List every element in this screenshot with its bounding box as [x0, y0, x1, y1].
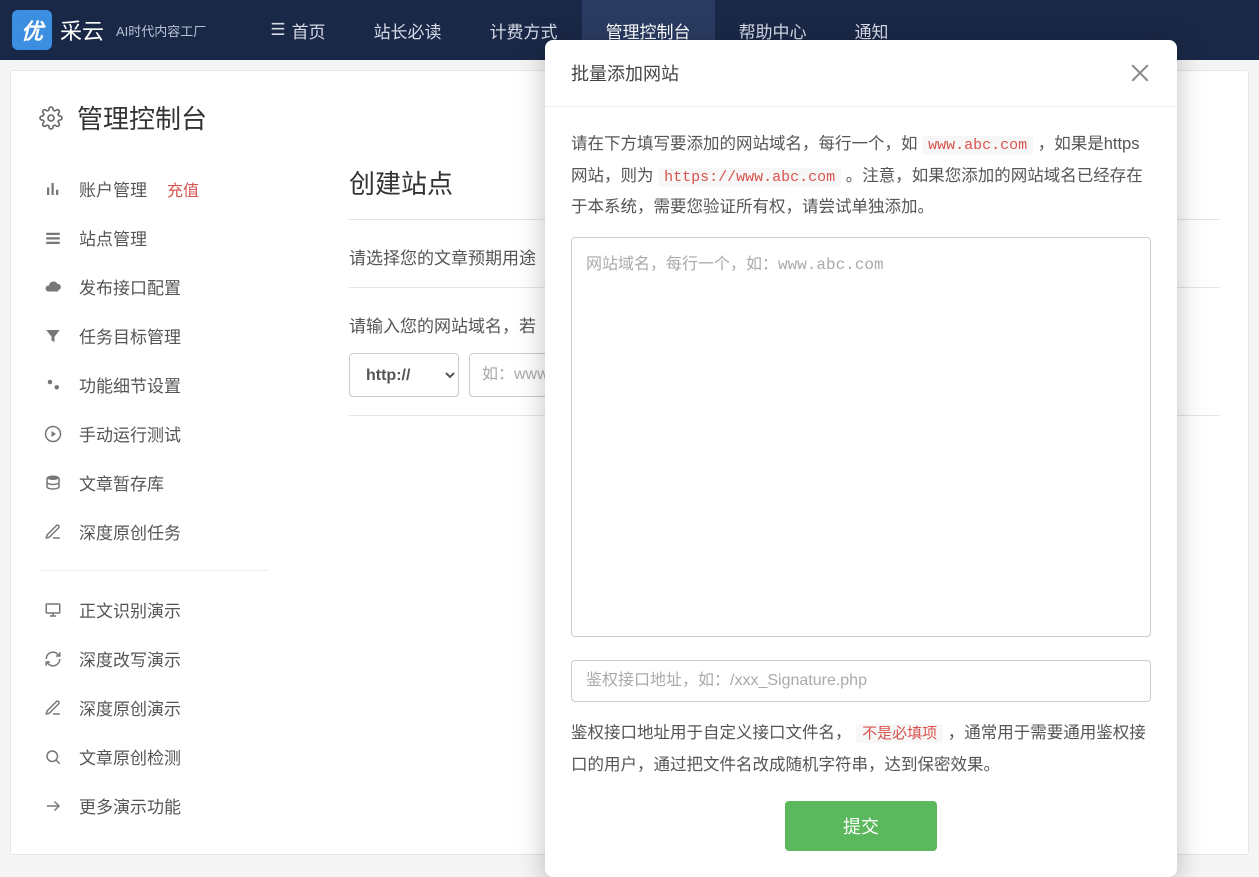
nav-home[interactable]: ☰ 首页	[246, 0, 349, 60]
sidebar-label: 文章暂存库	[79, 470, 164, 495]
domains-textarea[interactable]	[571, 237, 1151, 637]
brand-logo[interactable]: 优 采云 AI时代内容工厂	[12, 10, 206, 50]
sidebar-label: 发布接口配置	[79, 274, 181, 299]
sidebar-label: 正文识别演示	[79, 597, 181, 622]
close-icon[interactable]	[1129, 62, 1151, 84]
sidebar-label: 账户管理	[79, 176, 147, 201]
nav-label: 首页	[292, 18, 326, 43]
logo-icon: 优	[12, 10, 52, 50]
filter-icon	[43, 326, 63, 346]
sidebar-item-body-detect[interactable]: 正文识别演示	[39, 585, 269, 634]
sidebar-label: 手动运行测试	[79, 421, 181, 446]
nav-label: 计费方式	[490, 18, 558, 43]
sidebar-label: 深度原创演示	[79, 695, 181, 720]
sidebar-item-original-demo[interactable]: 深度原创演示	[39, 683, 269, 732]
sidebar-item-publish[interactable]: 发布接口配置	[39, 262, 269, 311]
sidebar-item-manual-run[interactable]: 手动运行测试	[39, 409, 269, 458]
sidebar-item-tasks[interactable]: 任务目标管理	[39, 311, 269, 360]
sidebar-item-settings[interactable]: 功能细节设置	[39, 360, 269, 409]
nav-label: 管理控制台	[606, 18, 691, 43]
sidebar-item-more-demos[interactable]: 更多演示功能	[39, 781, 269, 830]
search-icon	[43, 747, 63, 767]
nav-label: 站长必读	[374, 18, 442, 43]
code-sample: https://www.abc.com	[658, 168, 841, 187]
sidebar-item-sites[interactable]: 站点管理	[39, 213, 269, 262]
sidebar-label: 站点管理	[79, 225, 147, 250]
cogs-icon	[43, 375, 63, 395]
text: 鉴权接口地址用于自定义接口文件名，	[571, 724, 856, 742]
sidebar-item-article-store[interactable]: 文章暂存库	[39, 458, 269, 507]
protocol-select[interactable]: http://	[349, 353, 459, 397]
monitor-icon	[43, 600, 63, 620]
gear-icon	[39, 106, 63, 130]
brand-name: 采云	[60, 14, 104, 46]
sidebar-item-originality-check[interactable]: 文章原创检测	[39, 732, 269, 781]
sidebar-item-deep-original[interactable]: 深度原创任务	[39, 507, 269, 556]
panel-title: 管理控制台	[77, 99, 207, 136]
bar-chart-icon	[43, 179, 63, 199]
list-icon	[43, 228, 63, 248]
sidebar-label: 功能细节设置	[79, 372, 181, 397]
sidebar-item-rewrite-demo[interactable]: 深度改写演示	[39, 634, 269, 683]
sidebar-label: 更多演示功能	[79, 793, 181, 818]
share-icon	[43, 796, 63, 816]
edit-icon	[43, 698, 63, 718]
list-icon: ☰	[270, 20, 285, 40]
nav-webmaster[interactable]: 站长必读	[350, 0, 466, 60]
recharge-badge[interactable]: 充值	[167, 177, 199, 201]
sidebar-label: 深度原创任务	[79, 519, 181, 544]
auth-url-input[interactable]	[571, 660, 1151, 702]
sidebar-label: 文章原创检测	[79, 744, 181, 769]
modal-description: 请在下方填写要添加的网站域名，每行一个，如 www.abc.com ，如果是ht…	[571, 129, 1151, 223]
sidebar: 账户管理 充值 站点管理 发布接口配置 任务目标管理	[39, 164, 269, 830]
nav-label: 帮助中心	[739, 18, 807, 43]
sidebar-item-account[interactable]: 账户管理 充值	[39, 164, 269, 213]
edit-icon	[43, 522, 63, 542]
brand-tagline: AI时代内容工厂	[116, 21, 206, 40]
text: 请在下方填写要添加的网站域名，每行一个，如	[571, 135, 922, 153]
batch-add-modal: 批量添加网站 请在下方填写要添加的网站域名，每行一个，如 www.abc.com…	[545, 40, 1177, 877]
modal-title: 批量添加网站	[571, 60, 679, 86]
cloud-icon	[43, 277, 63, 297]
sidebar-label: 深度改写演示	[79, 646, 181, 671]
auth-hint: 鉴权接口地址用于自定义接口文件名， 不是必填项 ，通常用于需要通用鉴权接口的用户…	[571, 718, 1151, 781]
database-icon	[43, 473, 63, 493]
play-icon	[43, 424, 63, 444]
code-sample: www.abc.com	[922, 136, 1033, 155]
refresh-icon	[43, 649, 63, 669]
nav-label: 通知	[855, 18, 889, 43]
sidebar-divider	[39, 570, 269, 571]
sidebar-label: 任务目标管理	[79, 323, 181, 348]
submit-button[interactable]: 提交	[785, 801, 937, 851]
not-required-badge: 不是必填项	[856, 724, 943, 743]
